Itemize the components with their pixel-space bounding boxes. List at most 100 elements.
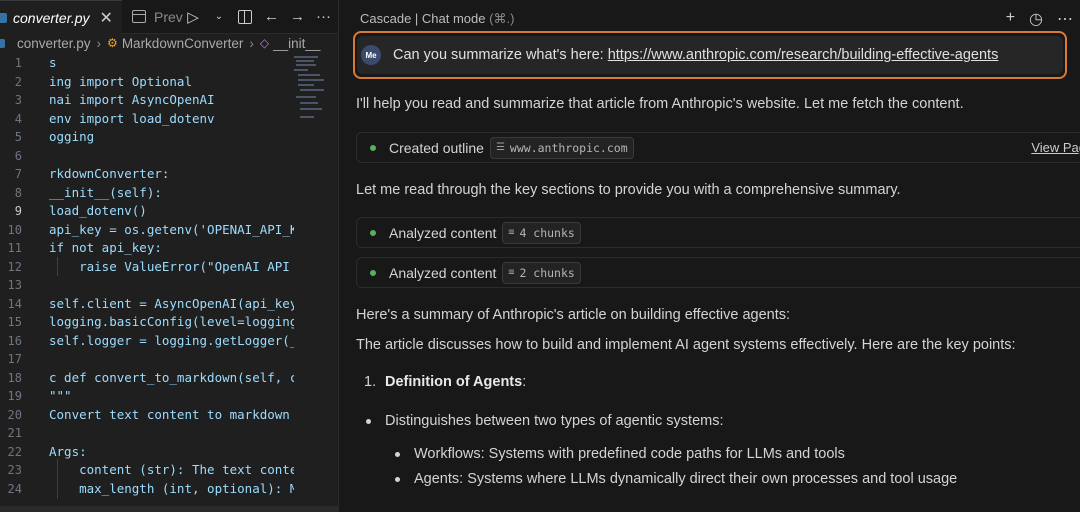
line-number: 8 <box>14 185 22 200</box>
shortcut-hint: (⌘.) <box>489 11 515 26</box>
line-number: 2 <box>14 74 22 89</box>
chip-label: www.anthropic.com <box>509 140 628 155</box>
split-editor-icon[interactable] <box>238 9 252 24</box>
list-item: Distinguishes between two types of agent… <box>366 413 724 429</box>
chunks-chip[interactable]: ≡ 4 chunks <box>502 221 581 244</box>
indent-guide <box>57 459 58 499</box>
panel-title: Cascade | Chat mode (⌘.) <box>360 11 514 27</box>
breadcrumb-method[interactable]: __init__ <box>273 36 320 51</box>
line-number: 3 <box>14 93 22 107</box>
code-line: rkdownConverter: <box>49 166 170 181</box>
line-number: 17 <box>7 352 22 366</box>
status-dot <box>370 229 376 236</box>
minimap-line <box>298 79 324 81</box>
forward-arrow-icon[interactable]: → <box>290 8 305 25</box>
line-number: 6 <box>14 148 22 163</box>
chunks-chip[interactable]: ≡ 2 chunks <box>502 261 581 284</box>
list-item-text: Distinguishes between two types of agent… <box>385 413 724 429</box>
tab-label: converter.py <box>13 9 90 26</box>
method-symbol-icon: ◇ <box>259 36 270 50</box>
minimap-line <box>300 108 322 110</box>
step-label: Analyzed content <box>389 264 497 281</box>
code-line: env import load_dotenv <box>49 110 215 126</box>
summary-description: The article discusses how to build and i… <box>356 337 1016 353</box>
breadcrumb-file[interactable]: converter.py <box>17 36 91 51</box>
code-line: content (str): The text conte <box>49 462 294 477</box>
point-title: Definition of Agents <box>385 374 523 390</box>
line-number: 1 <box>14 56 22 70</box>
tab-preview[interactable]: Prev <box>132 0 183 33</box>
line-number: 24 <box>7 481 22 496</box>
run-icon[interactable]: ▷ <box>186 8 200 26</box>
summary-intro: Here's a summary of Anthropic's article … <box>356 307 791 323</box>
line-number: 23 <box>7 463 22 477</box>
code-line: self.logger = logging.getLogger(_ <box>49 332 294 348</box>
minimap-line <box>296 60 314 62</box>
code-line: ogging <box>49 129 95 144</box>
code-line: api_key = os.getenv('OPENAI_API_K <box>49 221 294 237</box>
code-line: Args: <box>49 443 87 459</box>
step-analyzed-content[interactable]: Analyzed content ≡ 2 chunks <box>356 257 1080 288</box>
tab-converter-py[interactable]: converter.py ✕ <box>0 0 122 34</box>
chunks-icon: ≡ <box>508 267 515 278</box>
line-number: 7 <box>14 167 22 181</box>
back-arrow-icon[interactable]: ← <box>264 8 279 25</box>
tab-preview-label: Prev <box>154 8 183 25</box>
step-created-outline[interactable]: Created outline ☰ www.anthropic.com View… <box>356 132 1080 163</box>
chevron-down-icon[interactable]: ⌄ <box>212 11 226 22</box>
point-colon: : <box>522 374 527 390</box>
assistant-reading: Let me read through the key sections to … <box>356 182 901 198</box>
line-number-gutter: 1 2 3 4 5 6 7 8 9 10 11 12 13 14 15 16 17 18 19 20 21 22 23 24 <box>0 54 22 498</box>
code-line: logging.basicConfig(level=logging <box>49 314 294 329</box>
user-message-link[interactable]: https://www.anthropic.com/research/build… <box>608 47 999 63</box>
list-item-text: Agents: Systems where LLMs dynamically d… <box>414 471 958 487</box>
line-number: 14 <box>7 296 22 311</box>
minimap-line <box>294 69 308 71</box>
user-message[interactable]: Me Can you summarize what's here: https:… <box>353 31 1067 79</box>
line-number: 12 <box>7 259 22 274</box>
code-area[interactable]: s ing import Optional nai import AsyncOpen… <box>49 54 294 498</box>
line-number: 13 <box>7 278 22 292</box>
breadcrumb: converter.py › ⚙ MarkdownConverter › ◇ _… <box>0 33 338 53</box>
line-number: 4 <box>14 111 22 126</box>
minimap-line <box>296 64 316 66</box>
code-line: self.client = AsyncOpenAI(api_key <box>49 295 294 311</box>
horizontal-scrollbar[interactable] <box>0 506 338 512</box>
chevron-right-icon: › <box>249 35 254 51</box>
code-line: __init__(self): <box>49 184 162 200</box>
line-number: 11 <box>7 241 22 255</box>
chip-label: 2 chunks <box>519 265 575 280</box>
minimap[interactable] <box>294 54 324 134</box>
code-line: ing import Optional <box>49 73 192 89</box>
history-icon[interactable]: ◷ <box>1029 9 1043 29</box>
chunks-icon: ≡ <box>508 227 515 238</box>
list-item: Agents: Systems where LLMs dynamically d… <box>395 471 957 487</box>
user-message-text: Can you summarize what's here: https://w… <box>393 47 998 63</box>
class-symbol-icon: ⚙ <box>107 36 118 50</box>
close-icon[interactable]: ✕ <box>100 8 113 28</box>
code-line: Convert text content to markdown <box>49 406 290 422</box>
view-page-link[interactable]: View Pag <box>1031 140 1080 155</box>
user-message-body: Me Can you summarize what's here: https:… <box>357 36 1063 74</box>
indent-guide <box>57 257 58 276</box>
line-number: 16 <box>7 333 22 348</box>
more-icon[interactable]: ⋯ <box>1057 9 1073 29</box>
more-icon[interactable]: ··· <box>316 8 331 25</box>
status-dot <box>370 144 376 151</box>
vertical-scrollbar[interactable] <box>328 54 336 494</box>
step-analyzed-content[interactable]: Analyzed content ≡ 4 chunks <box>356 217 1080 248</box>
breadcrumb-class[interactable]: MarkdownConverter <box>122 36 244 51</box>
list-item: Workflows: Systems with predefined code … <box>395 446 845 462</box>
cascade-panel: Cascade | Chat mode (⌘.) + ◷ ⋯ Me Can yo… <box>338 0 1080 512</box>
python-file-icon <box>0 12 7 23</box>
plus-icon[interactable]: + <box>1006 9 1015 29</box>
editor-tab-bar: converter.py ✕ Prev ▷ ⌄ ← → ··· <box>0 0 338 34</box>
url-chip[interactable]: ☰ www.anthropic.com <box>489 136 634 159</box>
code-line: """ <box>49 388 72 403</box>
code-line: load_dotenv() <box>49 203 147 218</box>
code-line: s <box>49 55 57 70</box>
